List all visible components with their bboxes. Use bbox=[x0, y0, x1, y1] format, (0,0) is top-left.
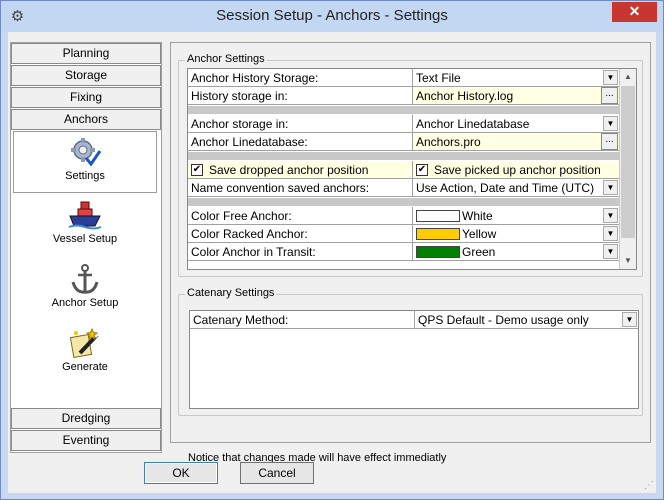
nav-tab-dredging[interactable]: Dredging bbox=[11, 408, 161, 429]
dropdown-arrow-icon[interactable]: ▼ bbox=[603, 180, 618, 195]
color-racked-select[interactable]: Yellow ▼ bbox=[413, 225, 619, 243]
anchor-storage-select[interactable]: Anchor Linedatabase ▼ bbox=[413, 115, 619, 133]
color-swatch bbox=[416, 209, 460, 222]
row-label: Catenary Method: bbox=[190, 311, 415, 329]
nav-tab-planning[interactable]: Planning bbox=[11, 43, 161, 64]
nav-item-generate[interactable]: Generate bbox=[13, 323, 157, 385]
scroll-down-icon[interactable]: ▼ bbox=[620, 253, 636, 269]
nav-tab-fixing[interactable]: Fixing bbox=[11, 87, 161, 108]
nav-item-label: Vessel Setup bbox=[52, 233, 118, 245]
nav-item-anchor-setup[interactable]: Anchor Setup bbox=[13, 259, 157, 321]
gear-check-icon bbox=[71, 138, 102, 167]
grid-row: Color Free Anchor: White ▼ bbox=[188, 207, 636, 225]
grid-row: Color Anchor in Transit: Green ▼ bbox=[188, 243, 636, 261]
navigation-panel: Planning Storage Fixing Anchors Settings bbox=[10, 42, 162, 453]
nav-anchors-body: Settings Vessel Setup Anchor Setup Gener… bbox=[11, 131, 161, 407]
group-legend: Anchor Settings bbox=[185, 53, 267, 65]
ok-button[interactable]: OK bbox=[144, 462, 218, 484]
select-value: QPS Default - Demo usage only bbox=[418, 313, 589, 327]
grid-row: Catenary Method: QPS Default - Demo usag… bbox=[190, 311, 638, 329]
grid-row: History storage in: Anchor History.log .… bbox=[188, 87, 636, 105]
dropdown-arrow-icon[interactable]: ▼ bbox=[603, 244, 618, 259]
linedatabase-file-field[interactable]: Anchors.pro ... bbox=[413, 133, 619, 151]
checkbox-label: Save dropped anchor position bbox=[209, 163, 369, 177]
row-label: Anchor History Storage: bbox=[188, 69, 413, 87]
nav-tab-anchors[interactable]: Anchors bbox=[11, 109, 161, 130]
grid-row: Name convention saved anchors: Use Actio… bbox=[188, 179, 636, 197]
anchor-icon bbox=[71, 264, 99, 294]
row-label: Color Anchor in Transit: bbox=[188, 243, 413, 261]
color-swatch bbox=[416, 227, 460, 240]
select-value: Text File bbox=[416, 71, 461, 85]
color-transit-select[interactable]: Green ▼ bbox=[413, 243, 619, 261]
settings-panel: Anchor Settings Anchor History Storage: … bbox=[170, 42, 651, 443]
nav-item-settings[interactable]: Settings bbox=[13, 131, 157, 193]
nav-item-label: Generate bbox=[62, 361, 108, 373]
scroll-thumb[interactable] bbox=[621, 86, 635, 238]
select-value: Yellow bbox=[462, 227, 497, 241]
vessel-icon bbox=[68, 201, 102, 230]
grid-row: Color Racked Anchor: Yellow ▼ bbox=[188, 225, 636, 243]
cancel-button[interactable]: Cancel bbox=[240, 462, 314, 484]
dropdown-arrow-icon[interactable]: ▼ bbox=[603, 116, 618, 131]
nav-tab-storage[interactable]: Storage bbox=[11, 65, 161, 86]
row-label: Anchor Linedatabase: bbox=[188, 133, 413, 151]
field-value: Anchor History.log bbox=[416, 89, 514, 103]
row-label: Anchor storage in: bbox=[188, 115, 413, 133]
grid-row: Anchor storage in: Anchor Linedatabase ▼ bbox=[188, 115, 636, 133]
grid-separator bbox=[188, 152, 619, 160]
session-setup-window: ⚙ Session Setup - Anchors - Settings ✕ P… bbox=[0, 0, 664, 500]
notice-text: Notice that changes made will have effec… bbox=[188, 452, 447, 464]
dropdown-arrow-icon[interactable]: ▼ bbox=[603, 226, 618, 241]
save-dropped-checkbox[interactable]: ✔ Save dropped anchor position bbox=[188, 161, 413, 179]
select-value: White bbox=[462, 209, 493, 223]
check-icon[interactable]: ✔ bbox=[191, 163, 203, 176]
anchor-settings-group: Anchor Settings Anchor History Storage: … bbox=[178, 53, 643, 277]
title-bar[interactable]: ⚙ Session Setup - Anchors - Settings ✕ bbox=[1, 1, 663, 32]
grid-separator bbox=[188, 106, 619, 114]
name-convention-select[interactable]: Use Action, Date and Time (UTC) ▼ bbox=[413, 179, 619, 197]
window-title: Session Setup - Anchors - Settings bbox=[216, 7, 448, 24]
field-value: Anchors.pro bbox=[416, 135, 481, 149]
select-value: Anchor Linedatabase bbox=[416, 117, 530, 131]
scroll-up-icon[interactable]: ▲ bbox=[620, 69, 636, 85]
dropdown-arrow-icon[interactable]: ▼ bbox=[603, 70, 618, 85]
dropdown-arrow-icon[interactable]: ▼ bbox=[603, 208, 618, 223]
anchor-settings-grid: Anchor History Storage: Text File ▼ Hist… bbox=[187, 68, 637, 270]
catenary-settings-group: Catenary Settings Catenary Method: QPS D… bbox=[178, 287, 643, 416]
catenary-method-select[interactable]: QPS Default - Demo usage only ▼ bbox=[415, 311, 638, 329]
row-label: Color Racked Anchor: bbox=[188, 225, 413, 243]
grid-row: Anchor Linedatabase: Anchors.pro ... bbox=[188, 133, 636, 151]
history-file-field[interactable]: Anchor History.log ... bbox=[413, 87, 619, 105]
catenary-grid: Catenary Method: QPS Default - Demo usag… bbox=[189, 310, 639, 409]
grid-row: Anchor History Storage: Text File ▼ bbox=[188, 69, 636, 87]
nav-tab-eventing[interactable]: Eventing bbox=[11, 430, 161, 451]
nav-item-vessel-setup[interactable]: Vessel Setup bbox=[13, 195, 157, 257]
grid-row: ✔ Save dropped anchor position ✔ Save pick… bbox=[188, 161, 636, 179]
grid-separator bbox=[188, 198, 619, 206]
row-label: History storage in: bbox=[188, 87, 413, 105]
close-button[interactable]: ✕ bbox=[612, 2, 657, 22]
dialog-client: Planning Storage Fixing Anchors Settings bbox=[8, 32, 656, 493]
resize-grip-icon[interactable]: ⋰ bbox=[644, 480, 654, 491]
row-label: Color Free Anchor: bbox=[188, 207, 413, 225]
color-free-select[interactable]: White ▼ bbox=[413, 207, 619, 225]
browse-button[interactable]: ... bbox=[601, 87, 618, 104]
nav-item-label: Anchor Setup bbox=[51, 297, 119, 309]
generate-icon bbox=[69, 327, 100, 358]
select-value: Use Action, Date and Time (UTC) bbox=[416, 181, 595, 195]
row-label: Name convention saved anchors: bbox=[188, 179, 413, 197]
color-swatch bbox=[416, 245, 460, 258]
group-legend: Catenary Settings bbox=[185, 287, 277, 299]
vertical-scrollbar[interactable]: ▲ ▼ bbox=[619, 69, 636, 269]
save-picked-checkbox[interactable]: ✔ Save picked up anchor position bbox=[413, 161, 619, 179]
browse-button[interactable]: ... bbox=[601, 133, 618, 150]
dropdown-arrow-icon[interactable]: ▼ bbox=[622, 312, 637, 327]
history-storage-select[interactable]: Text File ▼ bbox=[413, 69, 619, 87]
check-icon[interactable]: ✔ bbox=[416, 163, 428, 176]
checkbox-label: Save picked up anchor position bbox=[434, 163, 601, 177]
nav-item-label: Settings bbox=[65, 170, 105, 182]
select-value: Green bbox=[462, 245, 496, 259]
